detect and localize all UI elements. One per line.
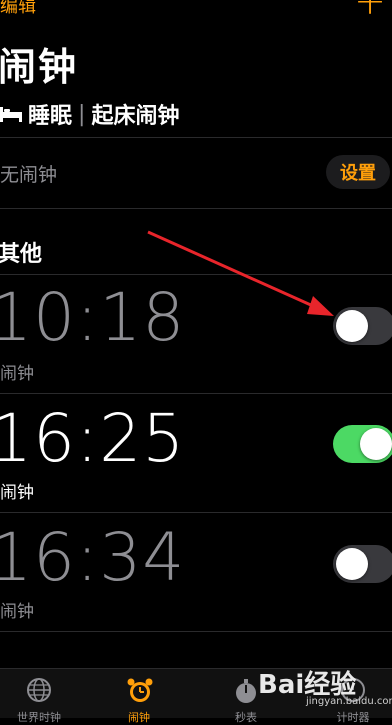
- globe-icon: [27, 678, 51, 702]
- arrow-line: [147, 230, 323, 312]
- tab-world-clock[interactable]: 世界时钟: [0, 669, 78, 724]
- annotation-arrow: [147, 230, 334, 316]
- watermark-url: jingyan.baidu.com: [306, 696, 392, 707]
- tab-alarm[interactable]: 闹钟: [100, 669, 178, 724]
- tab-label: 世界时钟: [17, 711, 61, 724]
- arrow-head: [307, 296, 334, 316]
- stopwatch-icon: [236, 679, 256, 703]
- alarm-clock-icon: [127, 678, 153, 702]
- tab-label: 计时器: [336, 711, 370, 724]
- tab-label: 闹钟: [128, 711, 150, 724]
- tab-label: 秒表: [235, 711, 257, 724]
